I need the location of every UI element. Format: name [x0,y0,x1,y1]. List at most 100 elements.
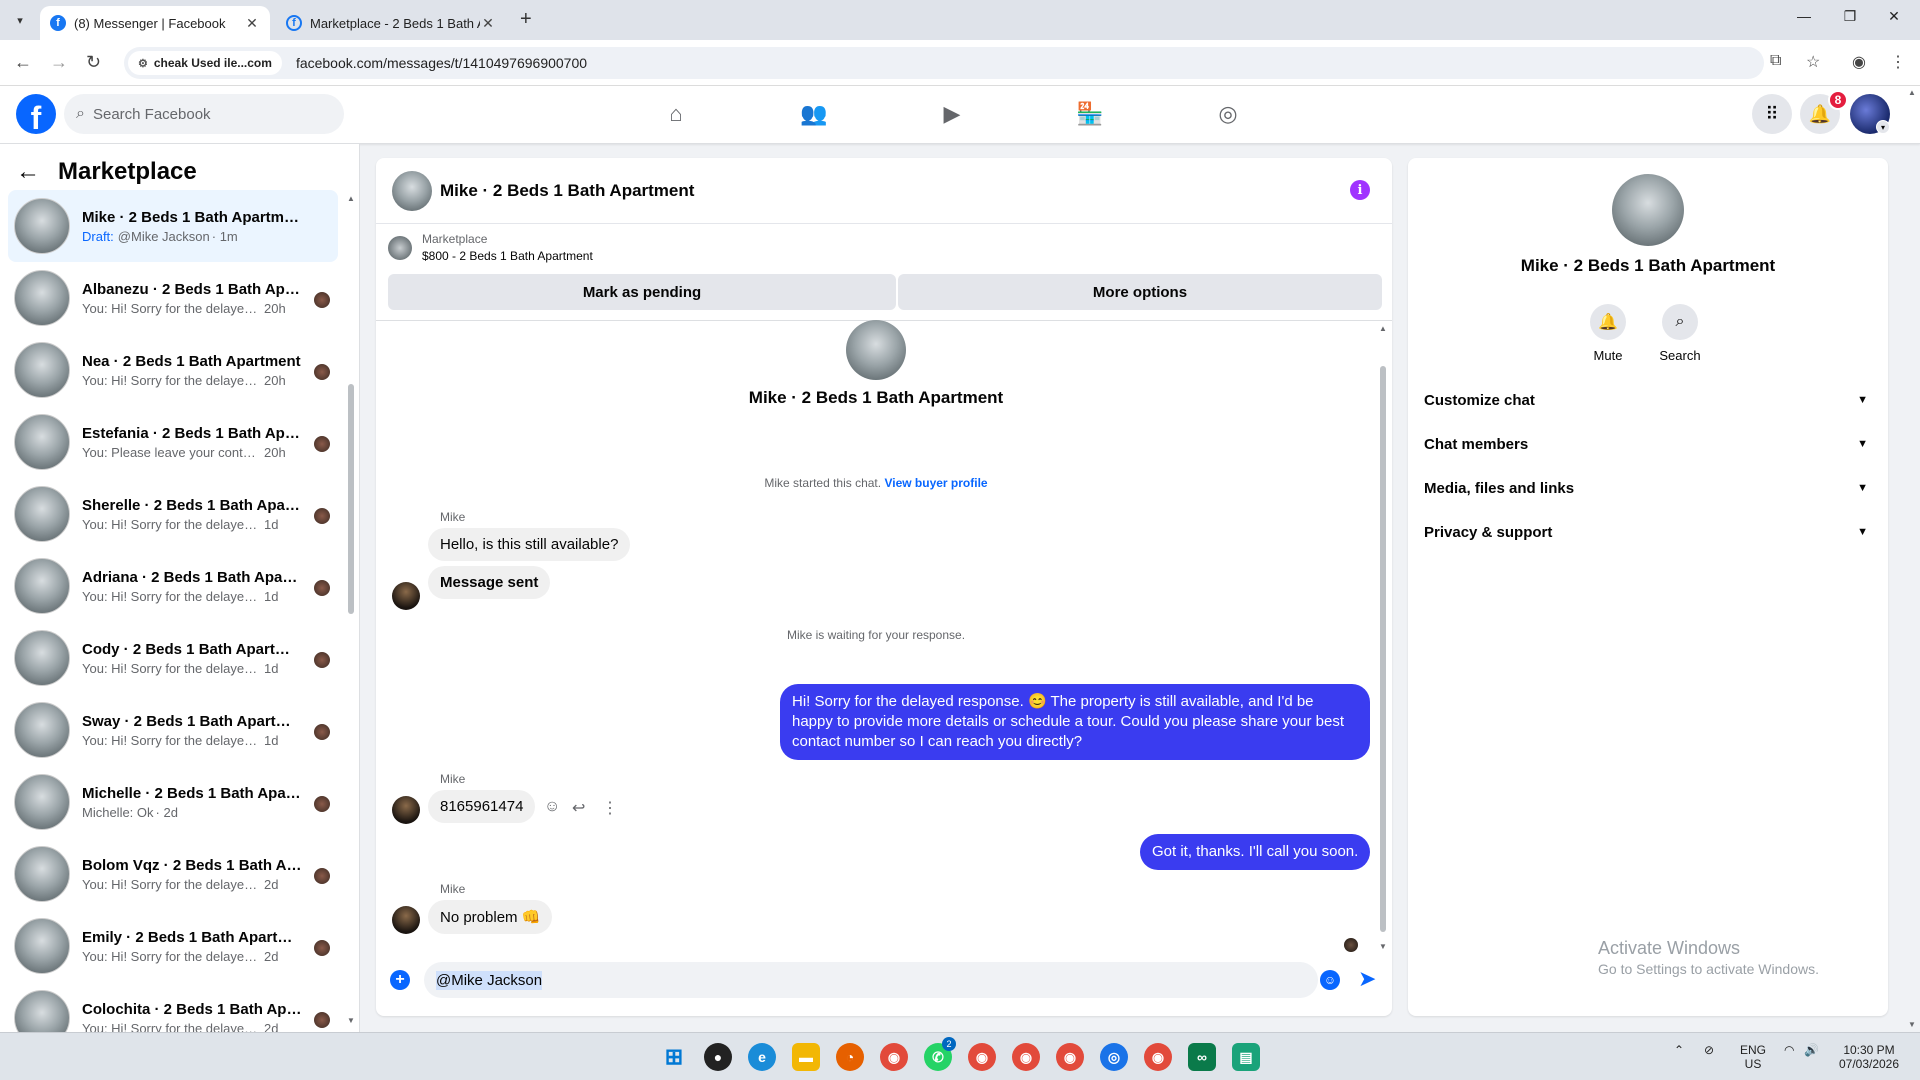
language-indicator[interactable]: ENG US [1740,1043,1766,1071]
listing-info[interactable]: Marketplace $800 - 2 Beds 1 Bath Apartme… [388,232,593,263]
scroll-down-arrow-icon[interactable]: ▼ [1908,1020,1916,1029]
more-icon[interactable]: ⋮ [602,798,618,818]
close-tab-icon[interactable]: ✕ [244,15,260,32]
edge-icon[interactable]: e [748,1043,776,1071]
incoming-message[interactable]: Message sent [428,566,551,599]
scroll-down-arrow-icon[interactable]: ▼ [1379,942,1387,951]
scrollbar-thumb[interactable] [348,384,354,614]
react-emoji-icon[interactable]: ☺ [544,798,560,816]
chrome-icon[interactable]: ◉ [1012,1043,1040,1071]
conversation-item[interactable]: Cody · 2 Beds 1 Bath Apartment You: Hi! S… [8,622,338,694]
network-icon[interactable]: ⊘ [1704,1043,1714,1057]
chrome-icon[interactable]: ◉ [1056,1043,1084,1071]
sender-avatar[interactable] [392,796,420,824]
chrome-icon[interactable]: ◉ [1144,1043,1172,1071]
menu-grid-icon[interactable]: ⠿ [1752,94,1792,134]
page-scrollbar[interactable]: ▲ ▼ [1908,86,1918,1032]
conversation-item[interactable]: Estefania · 2 Beds 1 Bath Apar... You: Pl… [8,406,338,478]
file-explorer-icon[interactable]: ▬ [792,1043,820,1071]
section-media-files-links[interactable]: Media, files and links ▼ [1424,470,1872,506]
emoji-icon[interactable]: ☺ [1320,970,1340,990]
install-app-icon[interactable]: ⧉ [1770,52,1781,70]
browser-menu-icon[interactable]: ⋮ [1890,52,1906,72]
back-arrow-icon[interactable]: ← [16,158,40,186]
app-icon[interactable]: ◎ [1100,1043,1128,1071]
facebook-logo-icon[interactable]: f [16,94,56,134]
conversation-item[interactable]: Nea · 2 Beds 1 Bath Apartment You: Hi! So… [8,334,338,406]
firefox-icon[interactable]: ◔ [836,1043,864,1071]
marketplace-icon[interactable]: 🏪 [1074,98,1106,130]
wifi-icon[interactable]: ◠ [1784,1043,1794,1057]
info-icon[interactable]: i [1350,180,1370,200]
minimize-icon[interactable]: — [1782,8,1826,24]
view-buyer-profile-link[interactable]: View buyer profile [884,476,987,490]
app-icon[interactable]: ● [704,1043,732,1071]
tray-overflow-icon[interactable]: ⌃ [1674,1043,1684,1057]
mute-button[interactable]: 🔔 Mute [1578,304,1638,363]
plus-icon[interactable]: + [390,970,410,990]
reply-icon[interactable]: ↩ [572,798,585,818]
scroll-up-arrow-icon[interactable]: ▲ [1379,324,1387,333]
conversation-item[interactable]: Emily · 2 Beds 1 Bath Apartment You: Hi! … [8,910,338,982]
chrome-icon[interactable]: ◉ [880,1043,908,1071]
conversation-item[interactable]: Colochita · 2 Beds 1 Bath Apar... You: Hi… [8,982,338,1032]
hero-avatar[interactable] [846,320,906,380]
reload-icon[interactable]: ↻ [86,52,101,73]
app-icon[interactable]: ∞ [1188,1043,1216,1071]
back-arrow-icon[interactable]: ← [14,52,32,73]
friends-icon[interactable]: 👥 [798,98,830,130]
conversation-item[interactable]: Michelle · 2 Beds 1 Bath Apartm... Michel… [8,766,338,838]
mark-as-pending-button[interactable]: Mark as pending [388,274,896,310]
tab-list-chevron-icon[interactable]: ▾ [8,8,32,32]
conversation-item[interactable]: Adriana · 2 Beds 1 Bath Apart... You: Hi!… [8,550,338,622]
section-chat-members[interactable]: Chat members ▼ [1424,426,1872,462]
conversation-item[interactable]: Mike · 2 Beds 1 Bath Apartment Draft: @Mik… [8,190,338,262]
send-icon[interactable]: ➤ [1358,966,1376,992]
app-icon[interactable]: ▤ [1232,1043,1260,1071]
conversation-item[interactable]: Bolom Vqz · 2 Beds 1 Bath Ap... You: Hi! … [8,838,338,910]
url-box[interactable]: ⚙ cheak Used ile...com facebook.com/mess… [124,47,1764,79]
scroll-up-arrow-icon[interactable]: ▲ [1908,88,1916,97]
close-window-icon[interactable]: ✕ [1872,8,1916,25]
conversation-item[interactable]: Sherelle · 2 Beds 1 Bath Apart... You: Hi… [8,478,338,550]
chat-avatar[interactable] [392,170,432,211]
chat-title[interactable]: Mike · 2 Beds 1 Bath Apartment [440,181,694,201]
section-privacy-support[interactable]: Privacy & support ▼ [1424,514,1872,550]
url-text[interactable]: facebook.com/messages/t/1410497696900700 [296,55,587,71]
incoming-message[interactable]: 8165961474 [428,790,536,823]
windows-start-icon[interactable]: ⊞ [660,1043,688,1071]
tab-marketplace[interactable]: f Marketplace - 2 Beds 1 Bath Ap ✕ [276,6,506,40]
incoming-message[interactable]: Hello, is this still available? [428,528,631,561]
site-info-chip[interactable]: ⚙ cheak Used ile...com [128,51,282,75]
profile-icon[interactable]: ◉ [1852,52,1866,72]
sender-avatar[interactable] [392,582,420,610]
volume-icon[interactable]: 🔊 [1804,1043,1819,1057]
search-button[interactable]: ⌕ Search [1650,304,1710,363]
outgoing-message[interactable]: Got it, thanks. I'll call you soon. [1140,834,1371,870]
clock[interactable]: 10:30 PM 07/03/2026 [1834,1043,1904,1071]
sender-avatar[interactable] [392,906,420,934]
tab-messenger[interactable]: f (8) Messenger | Facebook ✕ [40,6,270,40]
scroll-up-arrow-icon[interactable]: ▲ [347,194,355,203]
new-tab-plus-icon[interactable]: + [520,8,532,31]
conversation-item[interactable]: Albanezu · 2 Beds 1 Bath Apar... You: Hi!… [8,262,338,334]
home-icon[interactable]: ⌂ [660,98,692,130]
close-tab-icon[interactable]: ✕ [480,15,496,32]
message-input[interactable]: @Mike Jackson [424,962,1318,998]
section-customize-chat[interactable]: Customize chat ▼ [1424,382,1872,418]
scroll-down-arrow-icon[interactable]: ▼ [347,1016,355,1025]
chrome-icon[interactable]: ◉ [968,1043,996,1071]
facebook-search-input[interactable]: ⌕ Search Facebook [64,94,344,134]
forward-arrow-icon[interactable]: → [50,52,68,73]
more-options-button[interactable]: More options [898,274,1382,310]
contact-avatar[interactable] [1612,174,1684,246]
groups-icon[interactable]: ◎ [1212,98,1244,130]
outgoing-message[interactable]: Hi! Sorry for the delayed response. 😊 Th… [780,684,1370,760]
bookmark-star-icon[interactable]: ☆ [1806,52,1820,72]
incoming-message[interactable]: No problem 👊 [428,900,553,934]
conversation-item[interactable]: Sway · 2 Beds 1 Bath Apartment You: Hi! S… [8,694,338,766]
chevron-down-icon[interactable]: ▾ [1876,120,1890,134]
video-icon[interactable]: ▶ [936,98,968,130]
scrollbar-thumb[interactable] [1380,366,1386,932]
restore-icon[interactable]: ❐ [1828,8,1872,25]
